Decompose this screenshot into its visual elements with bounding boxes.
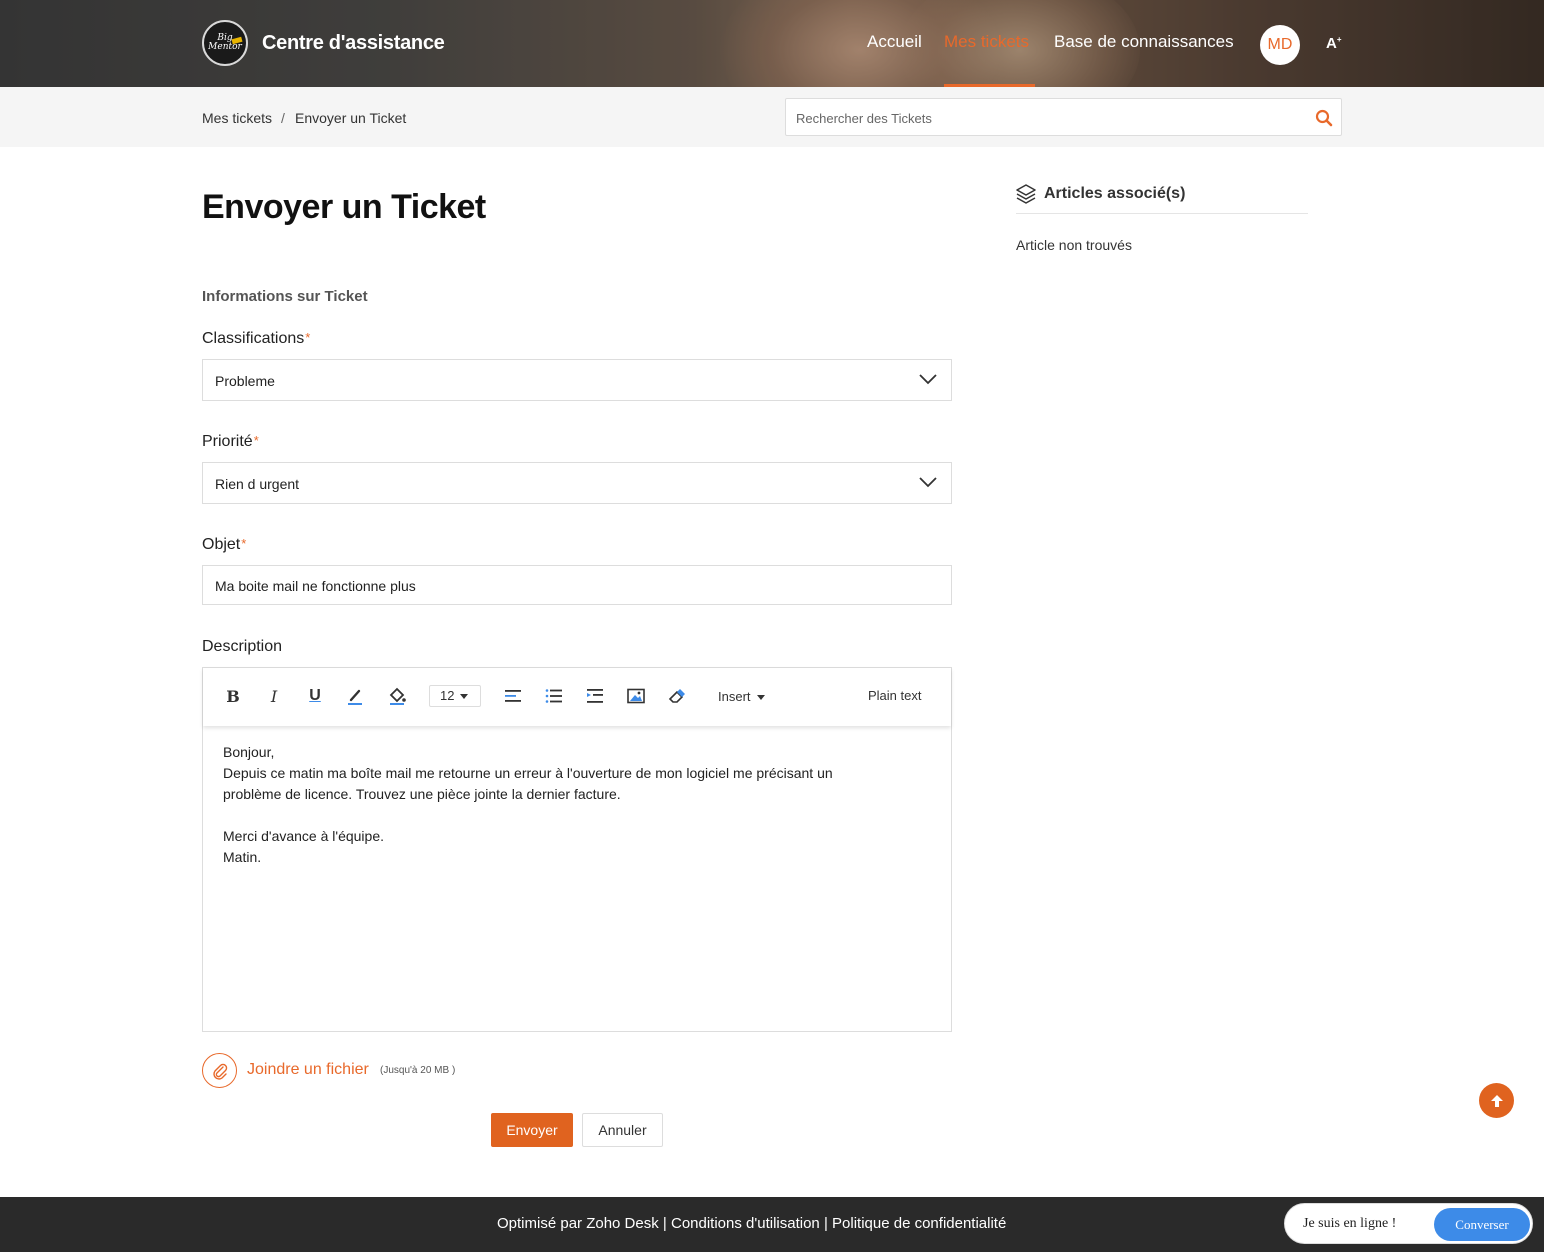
accessibility-font-icon[interactable]: A+ (1326, 35, 1342, 52)
arrow-up-icon (1490, 1094, 1503, 1107)
nav-mes-tickets[interactable]: Mes tickets (944, 32, 1029, 52)
chevron-down-icon (919, 477, 937, 488)
classifications-value: Probleme (215, 373, 275, 389)
attach-size-limit: (Jusqu'à 20 MB ) (380, 1065, 456, 1076)
ticket-search-box (785, 98, 1342, 136)
breadcrumb-separator: / (281, 110, 285, 126)
divider (1016, 213, 1308, 214)
footer-link-privacy[interactable]: Politique de confidentialité (832, 1215, 1006, 1232)
description-label: Description (202, 638, 283, 655)
description-line: Bonjour, (223, 744, 275, 760)
footer-links: Optimisé par Zoho Desk | Conditions d'ut… (497, 1215, 1006, 1232)
align-left-icon[interactable] (503, 686, 523, 706)
submit-button[interactable]: Envoyer (491, 1113, 573, 1147)
eraser-icon[interactable] (667, 686, 687, 706)
page-title: Envoyer un Ticket (202, 188, 486, 226)
brand-title[interactable]: Centre d'assistance (262, 32, 445, 55)
description-line: Merci d'avance à l'équipe. (223, 828, 384, 844)
nav-base-de-connaissances[interactable]: Base de connaissances (1054, 32, 1234, 52)
related-articles-title: Articles associé(s) (1044, 185, 1186, 202)
attach-button[interactable] (202, 1053, 237, 1088)
description-editor[interactable]: B I U 12 Insert Plain text Bonjour, Depu… (202, 667, 952, 1032)
bold-icon[interactable]: B (223, 686, 243, 706)
priority-select[interactable]: Rien d urgent (202, 462, 952, 504)
footer-link-zoho[interactable]: Optimisé par Zoho Desk (497, 1215, 659, 1232)
insert-menu[interactable]: Insert (718, 689, 765, 704)
footer-separator: | (662, 1215, 667, 1232)
breadcrumb-mes-tickets[interactable]: Mes tickets (202, 110, 272, 126)
subject-value: Ma boite mail ne fonctionne plus (215, 578, 416, 594)
description-line: Matin. (223, 849, 262, 865)
brand-logo[interactable]: Big Mentor (202, 20, 248, 66)
search-icon[interactable] (1314, 108, 1334, 128)
text-color-icon[interactable] (345, 686, 365, 706)
priority-value: Rien d urgent (215, 476, 300, 492)
chat-status: Je suis en ligne ! (1303, 1216, 1397, 1231)
scroll-to-top-button[interactable] (1479, 1083, 1514, 1118)
underline-icon[interactable]: U (305, 686, 325, 706)
image-icon[interactable] (626, 686, 646, 706)
italic-icon[interactable]: I (264, 686, 284, 706)
attach-file-link[interactable]: Joindre un fichier (247, 1061, 369, 1079)
subject-label: Objet* (202, 536, 247, 553)
classifications-label: Classifications* (202, 330, 311, 347)
footer-separator: | (823, 1215, 828, 1232)
required-mark: * (241, 536, 247, 551)
nav-accueil[interactable]: Accueil (867, 32, 922, 52)
chat-widget: Je suis en ligne ! Converser (1284, 1203, 1533, 1244)
description-line: Depuis ce matin ma boîte mail me retourn… (223, 765, 833, 781)
editor-toolbar: B I U 12 Insert Plain text (203, 668, 951, 726)
font-size-select[interactable]: 12 (429, 685, 481, 707)
description-line: problème de licence. Trouvez une pièce j… (223, 786, 621, 802)
chat-converse-button[interactable]: Converser (1434, 1208, 1530, 1241)
required-mark: * (305, 330, 311, 345)
indent-icon[interactable] (585, 686, 605, 706)
breadcrumb-current: Envoyer un Ticket (295, 110, 407, 126)
plain-text-toggle[interactable]: Plain text (868, 688, 921, 703)
subject-input[interactable]: Ma boite mail ne fonctionne plus (202, 565, 952, 605)
layers-icon (1016, 184, 1036, 204)
description-body[interactable]: Bonjour, Depuis ce matin ma boîte mail m… (223, 742, 923, 868)
section-title: Informations sur Ticket (202, 288, 368, 305)
required-mark: * (253, 433, 259, 448)
priority-label: Priorité* (202, 433, 259, 450)
ticket-search-input[interactable] (796, 108, 1296, 128)
user-avatar[interactable]: MD (1260, 25, 1300, 65)
cancel-button[interactable]: Annuler (582, 1113, 663, 1147)
paperclip-icon (212, 1063, 227, 1080)
bullet-list-icon[interactable] (544, 686, 564, 706)
classifications-select[interactable]: Probleme (202, 359, 952, 401)
related-articles-empty: Article non trouvés (1016, 237, 1132, 253)
caret-down-icon (460, 694, 469, 700)
caret-down-icon (756, 695, 765, 701)
description-line (223, 805, 923, 826)
footer-link-terms[interactable]: Conditions d'utilisation (671, 1215, 820, 1232)
chevron-down-icon (919, 374, 937, 385)
background-color-icon[interactable] (387, 686, 407, 706)
